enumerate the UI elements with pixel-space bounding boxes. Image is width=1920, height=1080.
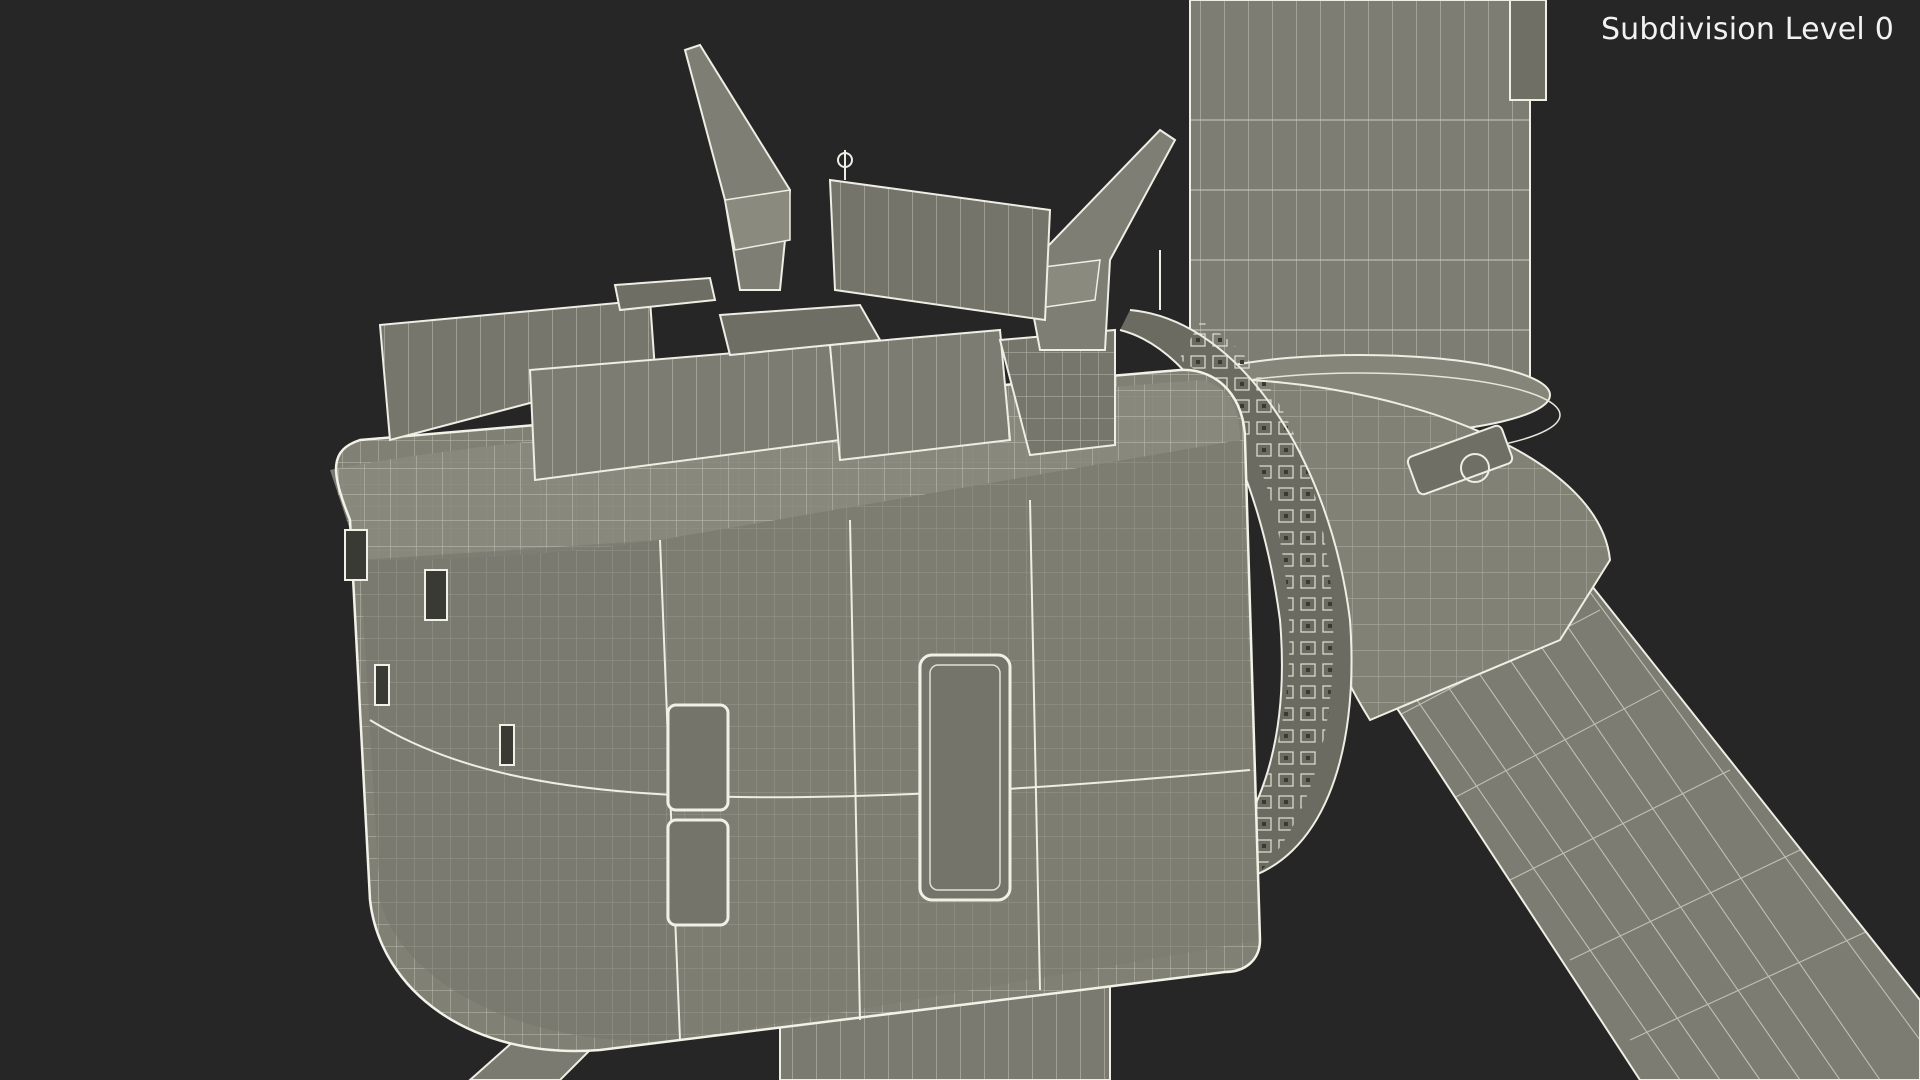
crane-left bbox=[683, 43, 792, 291]
nacelle-body bbox=[330, 368, 1262, 1053]
subdivision-level-label: Subdivision Level 0 bbox=[1600, 12, 1894, 47]
3d-viewport[interactable] bbox=[0, 0, 1920, 1080]
